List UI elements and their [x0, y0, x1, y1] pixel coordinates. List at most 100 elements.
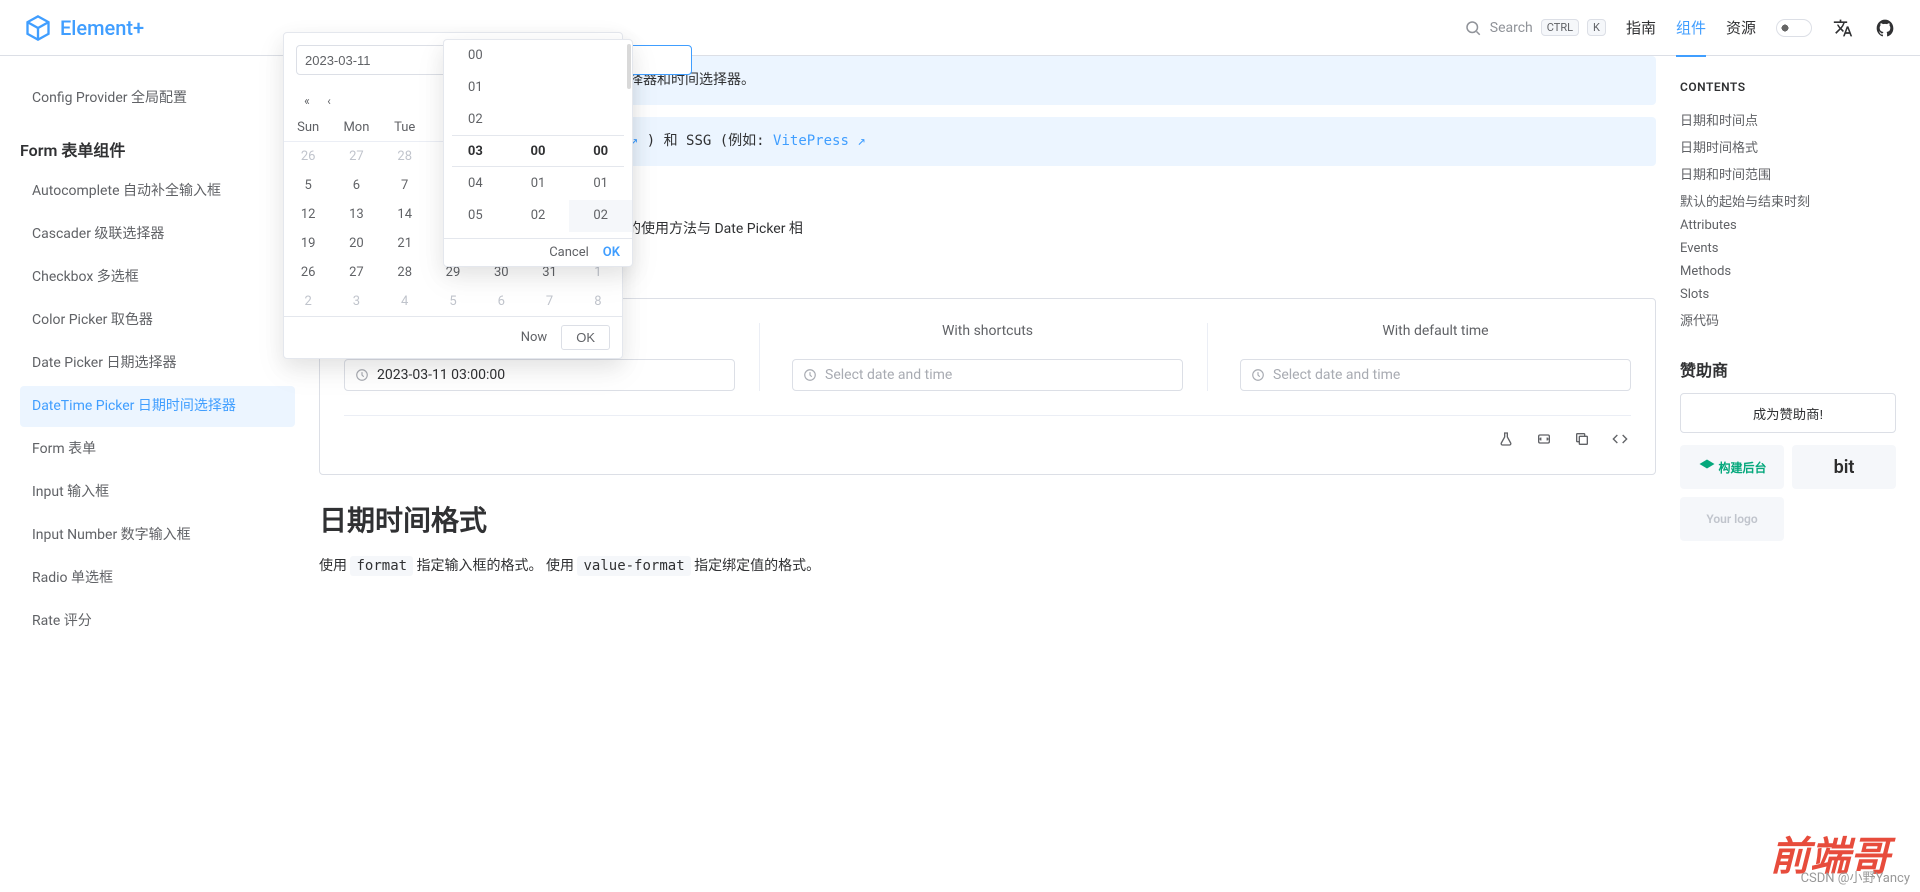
theme-toggle[interactable]: [1776, 19, 1812, 37]
github-icon[interactable]: [1874, 17, 1896, 39]
sidebar-item[interactable]: Date Picker 日期选择器: [20, 343, 295, 384]
scrollbar-thumb[interactable]: [627, 44, 631, 89]
toc-item[interactable]: Attributes: [1680, 214, 1896, 237]
prev-month-icon[interactable]: ‹: [318, 94, 340, 108]
hour-column[interactable]: 00010203040506: [444, 40, 507, 238]
sidebar-item[interactable]: Input Number 数字输入框: [20, 515, 295, 556]
copy-icon[interactable]: [1571, 428, 1593, 450]
calendar-day[interactable]: 28: [381, 142, 429, 172]
time-option[interactable]: 00: [569, 136, 632, 168]
calendar-day[interactable]: 28: [381, 258, 429, 287]
time-option[interactable]: 02: [569, 200, 632, 232]
sidebar-item[interactable]: Form 表单: [20, 429, 295, 470]
sidebar-item[interactable]: Cascader 级联选择器: [20, 214, 295, 255]
time-option[interactable]: [507, 40, 570, 72]
calendar-day[interactable]: 6: [477, 287, 525, 316]
sponsor-card[interactable]: bit: [1792, 445, 1896, 489]
time-option[interactable]: 01: [444, 72, 507, 104]
become-sponsor-button[interactable]: 成为赞助商!: [1680, 393, 1896, 433]
time-option[interactable]: 06: [444, 232, 507, 238]
calendar-day[interactable]: 14: [381, 200, 429, 229]
calendar-day[interactable]: 8: [574, 287, 622, 316]
prev-year-icon[interactable]: «: [296, 94, 318, 108]
search-button[interactable]: Search CTRL K: [1464, 19, 1606, 37]
time-option[interactable]: [569, 104, 632, 136]
kbd-ctrl: CTRL: [1541, 19, 1579, 36]
toc-item[interactable]: 源代码: [1680, 306, 1896, 333]
vitepress-link[interactable]: VitePress ↗: [773, 133, 866, 149]
calendar-day[interactable]: 21: [381, 229, 429, 258]
demo-label-3: With default time: [1240, 323, 1631, 339]
toc-item[interactable]: Methods: [1680, 260, 1896, 283]
sidebar-item[interactable]: Config Provider 全局配置: [20, 78, 295, 119]
calendar-day[interactable]: 2: [284, 287, 332, 316]
sponsor-card[interactable]: 构建后台: [1680, 445, 1784, 489]
toc-item[interactable]: 日期和时间范围: [1680, 160, 1896, 187]
nav-guide[interactable]: 指南: [1626, 17, 1656, 38]
calendar-day[interactable]: 19: [284, 229, 332, 258]
translate-icon[interactable]: [1832, 17, 1854, 39]
toc-item[interactable]: Slots: [1680, 283, 1896, 306]
datetime-input-3[interactable]: Select date and time: [1240, 359, 1631, 391]
calendar-day[interactable]: 13: [332, 200, 380, 229]
time-option[interactable]: 02: [444, 104, 507, 136]
time-option[interactable]: [507, 232, 570, 238]
calendar-day[interactable]: 3: [332, 287, 380, 316]
nav-components[interactable]: 组件: [1676, 17, 1706, 57]
time-option[interactable]: 03: [444, 136, 507, 168]
time-option[interactable]: [569, 40, 632, 72]
second-column[interactable]: 000102: [569, 40, 632, 238]
time-option[interactable]: 01: [507, 168, 570, 200]
calendar-day[interactable]: 6: [332, 171, 380, 200]
calendar-day[interactable]: 5: [429, 287, 477, 316]
calendar-day[interactable]: 7: [525, 287, 573, 316]
time-option[interactable]: [507, 104, 570, 136]
time-option[interactable]: [569, 72, 632, 104]
time-option[interactable]: 01: [569, 168, 632, 200]
calendar-day[interactable]: 5: [284, 171, 332, 200]
kbd-k: K: [1587, 19, 1606, 36]
now-button[interactable]: Now: [521, 330, 547, 345]
calendar-day[interactable]: 27: [332, 142, 380, 172]
calendar-day[interactable]: 26: [284, 142, 332, 172]
sidebar-item[interactable]: Radio 单选框: [20, 558, 295, 599]
toc-item[interactable]: 日期时间格式: [1680, 133, 1896, 160]
calendar-day[interactable]: 12: [284, 200, 332, 229]
code-icon[interactable]: [1609, 428, 1631, 450]
time-option[interactable]: [569, 232, 632, 238]
ok-button[interactable]: OK: [561, 325, 610, 350]
sidebar-item[interactable]: Color Picker 取色器: [20, 300, 295, 341]
sidebar-item[interactable]: Input 输入框: [20, 472, 295, 513]
nav-resources[interactable]: 资源: [1726, 17, 1756, 38]
time-cancel-button[interactable]: Cancel: [549, 245, 589, 260]
time-option[interactable]: 02: [507, 200, 570, 232]
calendar-day[interactable]: 4: [381, 287, 429, 316]
calendar-day[interactable]: 26: [284, 258, 332, 287]
section-title-2: 日期时间格式: [319, 499, 1656, 539]
calendar-day[interactable]: 20: [332, 229, 380, 258]
toc-item[interactable]: 默认的起始与结束时刻: [1680, 187, 1896, 214]
time-option[interactable]: 00: [507, 136, 570, 168]
datetime-input-1[interactable]: 2023-03-11 03:00:00: [344, 359, 735, 391]
time-option[interactable]: [507, 72, 570, 104]
flask-icon[interactable]: [1495, 428, 1517, 450]
logo[interactable]: Element+: [24, 14, 144, 42]
time-option[interactable]: 00: [444, 40, 507, 72]
toc-item[interactable]: 日期和时间点: [1680, 106, 1896, 133]
minute-column[interactable]: 000102: [507, 40, 570, 238]
sidebar-item[interactable]: Checkbox 多选框: [20, 257, 295, 298]
brand-text: Element+: [60, 16, 144, 40]
github-small-icon[interactable]: [1533, 428, 1555, 450]
sponsor-placeholder[interactable]: Your logo: [1680, 497, 1784, 541]
time-ok-button[interactable]: OK: [603, 245, 620, 260]
sidebar-item-active[interactable]: DateTime Picker 日期时间选择器: [20, 386, 295, 427]
datetime-input-2[interactable]: Select date and time: [792, 359, 1183, 391]
sidebar-item[interactable]: Rate 评分: [20, 601, 295, 642]
sponsor-title: 赞助商: [1680, 357, 1896, 381]
toc-item[interactable]: Events: [1680, 237, 1896, 260]
calendar-day[interactable]: 7: [381, 171, 429, 200]
time-option[interactable]: 04: [444, 168, 507, 200]
calendar-day[interactable]: 27: [332, 258, 380, 287]
time-option[interactable]: 05: [444, 200, 507, 232]
sidebar-item[interactable]: Autocomplete 自动补全输入框: [20, 171, 295, 212]
